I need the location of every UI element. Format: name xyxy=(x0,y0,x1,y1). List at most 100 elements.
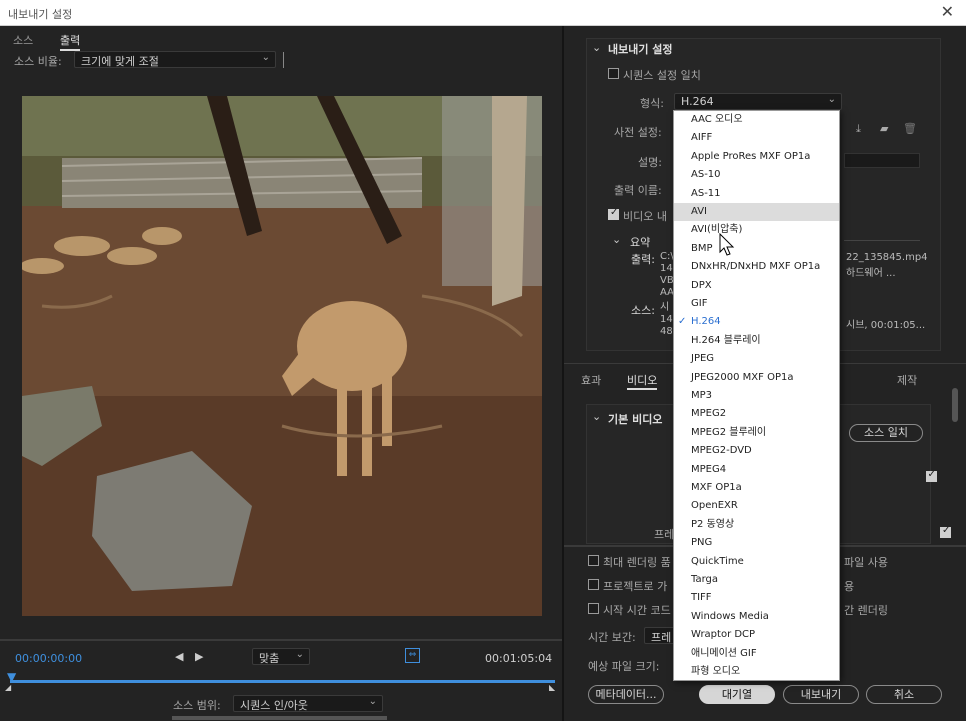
basic-video-checkbox[interactable] xyxy=(925,469,937,482)
import-preset-icon[interactable]: ▰ xyxy=(880,122,888,135)
format-menu-item[interactable]: OpenEXR xyxy=(674,497,839,515)
metadata-button[interactable]: 메타데이터... xyxy=(588,685,664,704)
format-menu-item[interactable]: GIF xyxy=(674,295,839,313)
format-menu-item[interactable]: MPEG4 xyxy=(674,461,839,479)
format-menu-item-label: H.264 xyxy=(691,316,721,328)
format-menu-item-label: Wraptor DCP xyxy=(691,629,756,641)
match-source-button[interactable]: 소스 일치 xyxy=(849,424,923,442)
format-menu-item[interactable]: ✓ H.264 xyxy=(674,313,839,331)
format-menu-item[interactable]: MPEG2 블루레이 xyxy=(674,424,839,442)
format-menu-item[interactable]: JPEG2000 MXF OP1a xyxy=(674,369,839,387)
format-menu-item[interactable]: Windows Media xyxy=(674,608,839,626)
format-menu-item[interactable]: MPEG2-DVD xyxy=(674,442,839,460)
output-name-label: 출력 이름: xyxy=(614,184,662,197)
source-summary-label: 소스: xyxy=(631,304,655,317)
format-menu-item[interactable]: AIFF xyxy=(674,129,839,147)
tab-video[interactable]: 비디오 xyxy=(627,372,658,390)
format-menu-item-label: MPEG2-DVD xyxy=(691,445,752,457)
import-project-checkbox[interactable] xyxy=(588,579,599,590)
in-point-icon[interactable]: ◢ xyxy=(5,683,11,692)
tab-source[interactable]: 소스 xyxy=(13,32,33,48)
collapse-chevron-icon[interactable]: ⌄ xyxy=(592,410,601,423)
format-menu-item[interactable]: QuickTime xyxy=(674,553,839,571)
time-interp-label: 시간 보간: xyxy=(588,631,636,644)
format-menu-item[interactable]: 애니메이션 GIF xyxy=(674,645,839,663)
format-menu-item[interactable]: DPX xyxy=(674,277,839,295)
frame-checkbox[interactable] xyxy=(940,525,951,538)
format-menu-item[interactable]: MP3 xyxy=(674,387,839,405)
close-icon[interactable]: ✕ xyxy=(941,2,954,21)
max-render-checkbox[interactable] xyxy=(588,555,599,566)
format-menu-item[interactable]: PNG xyxy=(674,534,839,552)
format-menu-item[interactable]: AVI(비압축) xyxy=(674,221,839,239)
cancel-button[interactable]: 취소 xyxy=(866,685,942,704)
format-menu-item-label: Targa xyxy=(691,574,718,585)
format-menu-item[interactable]: Apple ProRes MXF OP1a xyxy=(674,148,839,166)
format-menu-item[interactable]: 파형 오디오 xyxy=(674,663,839,681)
preset-label: 사전 설정: xyxy=(614,126,662,139)
format-menu-item[interactable]: H.264 블루레이 xyxy=(674,332,839,350)
tab-publish[interactable]: 제작 xyxy=(897,372,917,388)
export-button[interactable]: 내보내기 xyxy=(783,685,859,704)
format-menu-item[interactable]: AS-11 xyxy=(674,185,839,203)
save-preset-icon[interactable]: ⤓ xyxy=(856,122,861,136)
format-menu-item-label: MPEG4 xyxy=(691,463,727,475)
format-menu-item[interactable]: P2 동영상 xyxy=(674,516,839,534)
collapse-chevron-icon[interactable]: ⌄ xyxy=(612,233,621,246)
chevron-down-icon: ⌄ xyxy=(295,649,304,660)
out-point-icon[interactable]: ◣ xyxy=(549,683,555,692)
format-menu-item[interactable]: Wraptor DCP xyxy=(674,626,839,644)
zoom-value: 맞춤 xyxy=(259,652,280,665)
comments-label: 설명: xyxy=(638,156,662,169)
format-menu-item[interactable]: MXF OP1a xyxy=(674,479,839,497)
scrollbar[interactable] xyxy=(172,716,387,720)
format-menu-item[interactable]: AAC 오디오 xyxy=(674,111,839,129)
format-menu-item[interactable]: JPEG xyxy=(674,350,839,368)
format-menu-item[interactable]: AVI xyxy=(674,203,839,221)
source-scale-value: 크기에 맞게 조절 xyxy=(81,55,159,68)
format-menu-item-label: MP3 xyxy=(691,390,713,401)
format-menu-item[interactable]: Targa xyxy=(674,571,839,589)
match-sequence-checkbox[interactable] xyxy=(608,68,619,79)
delete-preset-icon[interactable]: 🗑 xyxy=(903,122,917,135)
format-menu-item-label: P2 동영상 xyxy=(691,518,735,530)
scrollbar[interactable] xyxy=(952,388,958,422)
source-range-value: 시퀀스 인/아웃 xyxy=(240,699,308,712)
start-timecode-checkbox[interactable] xyxy=(588,603,599,614)
tab-output[interactable]: 출력 xyxy=(60,32,81,51)
format-menu-item-label: JPEG xyxy=(691,353,715,365)
format-dropdown[interactable]: H.264 ⌄ xyxy=(674,93,842,110)
format-menu-item[interactable]: BMP xyxy=(674,240,839,258)
tab-effects[interactable]: 효과 xyxy=(581,372,601,388)
divider xyxy=(283,52,284,68)
collapse-chevron-icon[interactable]: ⌄ xyxy=(592,41,601,54)
match-sequence-label: 시퀀스 설정 일치 xyxy=(623,69,701,82)
queue-button[interactable]: 대기열 xyxy=(699,685,775,704)
previous-frame-icon[interactable]: ◀ xyxy=(175,650,183,663)
format-menu-item-label: OpenEXR xyxy=(691,500,738,512)
output-encoding: 하드웨어 ... xyxy=(846,268,896,279)
source-scale-dropdown[interactable]: 크기에 맞게 조절 ⌄ xyxy=(74,51,276,68)
window-title: 내보내기 설정 xyxy=(8,8,73,21)
format-menu-item[interactable]: DNxHR/DNxHD MXF OP1a xyxy=(674,258,839,276)
playhead-icon[interactable]: ▼ xyxy=(7,670,16,684)
next-frame-icon[interactable]: ▶ xyxy=(195,650,203,663)
current-timecode[interactable]: 00:00:00:00 xyxy=(15,652,82,665)
start-timecode-label: 시작 시간 코드 xyxy=(603,604,671,617)
format-menu-item[interactable]: MPEG2 xyxy=(674,405,839,423)
comments-field[interactable] xyxy=(844,153,920,168)
format-menu-item[interactable]: TIFF xyxy=(674,589,839,607)
source-range-dropdown[interactable]: 시퀀스 인/아웃 ⌄ xyxy=(233,695,383,712)
format-menu-item-label: BMP xyxy=(691,242,713,254)
zoom-dropdown[interactable]: 맞춤 ⌄ xyxy=(252,648,310,665)
est-file-size-label: 예상 파일 크기: xyxy=(588,660,660,673)
export-video-label: 비디오 내 xyxy=(623,210,667,223)
timeline-bar[interactable] xyxy=(10,680,555,683)
format-menu-item[interactable]: AS-10 xyxy=(674,166,839,184)
format-menu-item-label: Windows Media xyxy=(691,610,769,622)
aspect-toggle-icon[interactable]: ⇔ xyxy=(405,648,420,663)
format-menu-item-label: DPX xyxy=(691,279,712,291)
format-menu[interactable]: AAC 오디오 AIFF Apple ProRes MXF OP1a AS-10 AS-… xyxy=(673,110,840,681)
export-video-checkbox[interactable] xyxy=(608,207,619,220)
format-menu-item-label: AAC 오디오 xyxy=(691,114,743,125)
